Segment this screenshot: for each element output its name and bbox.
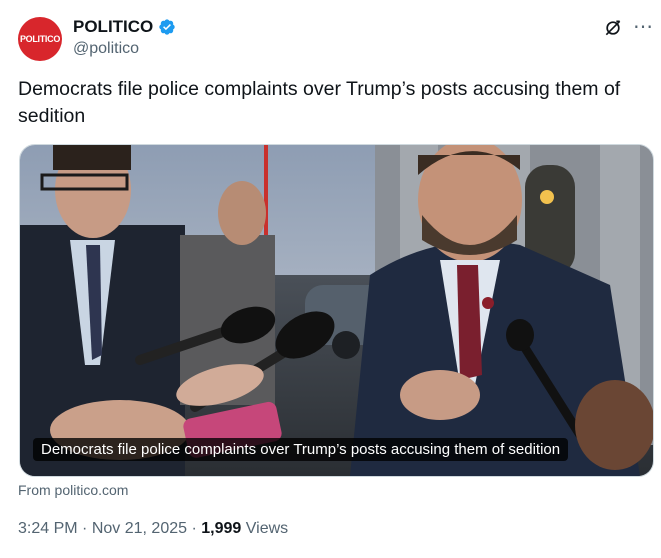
avatar[interactable]: POLITICO [18,17,62,61]
tweet-date[interactable]: Nov 21, 2025 [92,520,187,537]
verified-badge-icon [159,19,175,35]
link-card-image[interactable]: Democrats file police complaints over Tr… [19,144,654,477]
author-handle[interactable]: @politico [73,40,139,58]
views-count: 1,999 [201,520,242,537]
grok-icon[interactable] [603,18,623,38]
tweet-meta: 3:24 PM · Nov 21, 2025 · 1,999 Views [18,520,288,538]
card-source[interactable]: From politico.com [18,482,128,498]
news-photo [20,145,653,476]
author-name-row: POLITICO [73,17,176,37]
views-label: Views [245,520,289,537]
display-name[interactable]: POLITICO [73,17,153,37]
tweet-time[interactable]: 3:24 PM [18,520,78,537]
avatar-logo-text: POLITICO [19,34,61,44]
tweet-text: Democrats file police complaints over Tr… [18,78,621,127]
card-caption: Democrats file police complaints over Tr… [33,438,569,461]
more-icon[interactable]: ⋯ [633,14,654,39]
meta-separator: · [191,520,197,537]
meta-separator: · [82,520,88,537]
